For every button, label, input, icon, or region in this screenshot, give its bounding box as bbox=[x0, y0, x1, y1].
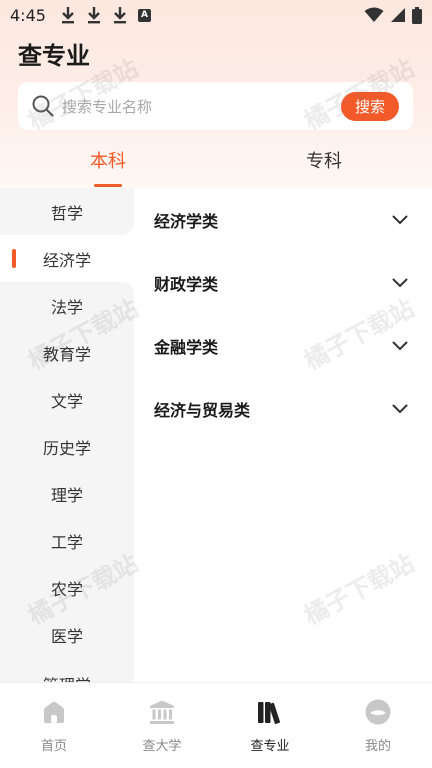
chevron-down-icon[interactable] bbox=[392, 278, 408, 288]
notification-icons: A bbox=[60, 6, 151, 24]
sidebar-item-gongxue[interactable]: 工学 bbox=[0, 517, 134, 564]
sidebar-item-jingjixue[interactable]: 经济学 bbox=[0, 235, 134, 282]
bottom-navigation: 首页 查大学 查专业 我的 bbox=[0, 682, 432, 768]
search-button[interactable]: 搜索 bbox=[341, 92, 399, 121]
sidebar-item-faxue[interactable]: 法学 bbox=[0, 282, 134, 329]
page-title: 查专业 bbox=[18, 42, 90, 70]
sidebar-item-jiaoyuxue[interactable]: 教育学 bbox=[0, 329, 134, 376]
tab-benke[interactable]: 本科 bbox=[58, 147, 158, 173]
category-row[interactable]: 金融学类 bbox=[134, 314, 432, 377]
download-icon bbox=[61, 7, 74, 24]
sidebar-item-lishixue[interactable]: 历史学 bbox=[0, 423, 134, 470]
category-label: 财政学类 bbox=[154, 274, 219, 294]
chevron-down-icon[interactable] bbox=[392, 404, 408, 414]
profile-icon bbox=[365, 699, 391, 725]
tab-active-indicator bbox=[94, 184, 122, 187]
download-icon bbox=[113, 7, 126, 24]
search-bar[interactable]: 搜索专业名称 搜索 bbox=[18, 82, 413, 130]
nav-label: 我的 bbox=[364, 739, 391, 754]
level-tabs: 本科 专科 bbox=[0, 140, 432, 188]
chevron-down-icon[interactable] bbox=[392, 215, 408, 225]
category-list: 经济学类 财政学类 金融学类 经济与贸易类 bbox=[134, 188, 432, 682]
battery-icon bbox=[412, 6, 422, 24]
nav-home[interactable]: 首页 bbox=[0, 683, 108, 768]
sidebar-item-wrapper: 法学 bbox=[0, 282, 134, 329]
sidebar-item-wenxue[interactable]: 文学 bbox=[0, 376, 134, 423]
chevron-down-icon[interactable] bbox=[392, 341, 408, 351]
a-box-icon: A bbox=[137, 8, 151, 22]
books-icon bbox=[258, 702, 280, 724]
status-bar: 4:45 A bbox=[0, 0, 432, 30]
sidebar-item-guanlixue[interactable]: 管理学 bbox=[0, 658, 134, 682]
nav-label: 首页 bbox=[40, 739, 67, 754]
system-icons bbox=[364, 6, 422, 24]
sidebar-item-yixue[interactable]: 医学 bbox=[0, 611, 134, 658]
search-icon bbox=[32, 95, 54, 117]
category-row[interactable]: 经济与贸易类 bbox=[134, 377, 432, 440]
signal-icon bbox=[391, 8, 405, 22]
wifi-icon bbox=[364, 7, 384, 22]
nav-label: 查专业 bbox=[250, 739, 290, 754]
nav-profile[interactable]: 我的 bbox=[324, 683, 432, 768]
sidebar-item-lixue[interactable]: 理学 bbox=[0, 470, 134, 517]
category-label: 经济学类 bbox=[154, 211, 219, 231]
sidebar-item-wrapper: 哲学 bbox=[0, 188, 134, 235]
tab-zhuanke[interactable]: 专科 bbox=[274, 147, 374, 173]
search-input[interactable]: 搜索专业名称 bbox=[62, 96, 152, 117]
home-icon bbox=[44, 701, 64, 723]
university-icon bbox=[150, 700, 174, 724]
nav-major[interactable]: 查专业 bbox=[216, 683, 324, 768]
category-label: 经济与贸易类 bbox=[154, 400, 251, 420]
status-time: 4:45 bbox=[10, 5, 46, 25]
discipline-sidebar[interactable]: 哲学 经济学 法学 教育学 文学 历史学 理学 工学 农学 医学 管理学 bbox=[0, 188, 134, 682]
category-row[interactable]: 经济学类 bbox=[134, 188, 432, 251]
sidebar-item-nongxue[interactable]: 农学 bbox=[0, 564, 134, 611]
sidebar-item-zhexue[interactable]: 哲学 bbox=[0, 188, 134, 235]
nav-label: 查大学 bbox=[142, 739, 182, 754]
category-row[interactable]: 财政学类 bbox=[134, 251, 432, 314]
nav-university[interactable]: 查大学 bbox=[108, 683, 216, 768]
category-label: 金融学类 bbox=[154, 337, 219, 357]
download-icon bbox=[87, 7, 100, 24]
